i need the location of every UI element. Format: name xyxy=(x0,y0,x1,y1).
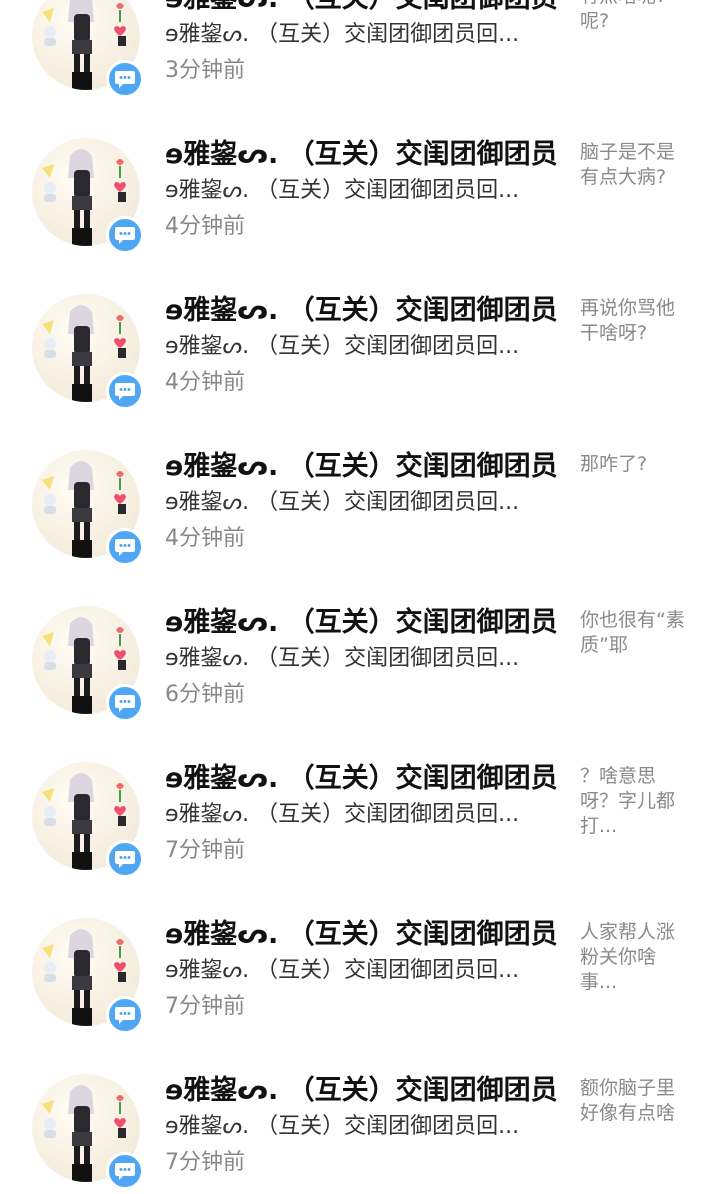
username[interactable]: ɘ雅鋆ᔕ. （互关）交闺团御团员 xyxy=(165,918,565,952)
list-item[interactable]: ɘ雅鋆ᔕ. （互关）交闺团御团员 ɘ雅鋆ᔕ. （互关）交闺团御团员回... 6分… xyxy=(0,546,720,722)
reply-preview: ɘ雅鋆ᔕ. （互关）交闺团御团员回... xyxy=(165,178,520,203)
list-item[interactable]: ɘ雅鋆ᔕ. （互关）交闺团御团员 ɘ雅鋆ᔕ. （互关）交闺团御团员回... 7分… xyxy=(0,702,720,878)
username[interactable]: ɘ雅鋆ᔕ. （互关）交闺团御团员 xyxy=(165,0,565,16)
comment-snippet[interactable]: 脑子是不是有点大病? xyxy=(580,140,692,190)
chat-bubble-icon xyxy=(115,1163,135,1180)
comment-snippet[interactable]: ？啥意思呀？字儿都打... xyxy=(580,764,692,839)
list-item[interactable]: ɘ雅鋆ᔕ. （互关）交闺团御团员 ɘ雅鋆ᔕ. （互关）交闺团御团员回... 7分… xyxy=(0,858,720,1034)
reply-preview: ɘ雅鋆ᔕ. （互关）交闺团御团员回... xyxy=(165,334,520,359)
list-item[interactable]: ɘ雅鋆ᔕ. （互关）交闺团御团员 ɘ雅鋆ᔕ. （互关）交闺团御团员回... 4分… xyxy=(0,390,720,566)
reply-preview: ɘ雅鋆ᔕ. （互关）交闺团御团员回... xyxy=(165,22,520,47)
reply-preview: ɘ雅鋆ᔕ. （互关）交闺团御团员回... xyxy=(165,802,520,827)
notification-list: ɘ雅鋆ᔕ. （互关）交闺团御团员 ɘ雅鋆ᔕ. （互关）交闺团御团员回... 3分… xyxy=(0,0,720,1190)
username[interactable]: ɘ雅鋆ᔕ. （互关）交闺团御团员 xyxy=(165,450,565,484)
comment-snippet[interactable]: 那咋了? xyxy=(580,452,692,477)
comment-snippet[interactable]: 你也很有“素质”耶 xyxy=(580,608,692,658)
list-item[interactable]: ɘ雅鋆ᔕ. （互关）交闺团御团员 ɘ雅鋆ᔕ. （互关）交闺团御团员回... 7分… xyxy=(0,1014,720,1190)
comment-snippet[interactable]: 额你脑子里好像有点啥 xyxy=(580,1076,692,1126)
reply-preview: ɘ雅鋆ᔕ. （互关）交闺团御团员回... xyxy=(165,646,520,671)
list-item[interactable]: ɘ雅鋆ᔕ. （互关）交闺团御团员 ɘ雅鋆ᔕ. （互关）交闺团御团员回... 4分… xyxy=(0,234,720,410)
username[interactable]: ɘ雅鋆ᔕ. （互关）交闺团御团员 xyxy=(165,762,565,796)
chat-badge xyxy=(106,1152,144,1190)
comment-snippet[interactable]: 人家帮人涨粉关你啥事... xyxy=(580,920,692,995)
comment-snippet[interactable]: 有点啥呢? 呢? xyxy=(580,0,692,34)
reply-preview: ɘ雅鋆ᔕ. （互关）交闺团御团员回... xyxy=(165,1114,520,1139)
list-item[interactable]: ɘ雅鋆ᔕ. （互关）交闺团御团员 ɘ雅鋆ᔕ. （互关）交闺团御团员回... 4分… xyxy=(0,78,720,254)
list-item[interactable]: ɘ雅鋆ᔕ. （互关）交闺团御团员 ɘ雅鋆ᔕ. （互关）交闺团御团员回... 3分… xyxy=(0,0,720,98)
username[interactable]: ɘ雅鋆ᔕ. （互关）交闺团御团员 xyxy=(165,138,565,172)
reply-preview: ɘ雅鋆ᔕ. （互关）交闺团御团员回... xyxy=(165,958,520,983)
username[interactable]: ɘ雅鋆ᔕ. （互关）交闺团御团员 xyxy=(165,294,565,328)
username[interactable]: ɘ雅鋆ᔕ. （互关）交闺团御团员 xyxy=(165,1074,565,1108)
timestamp: 7分钟前 xyxy=(165,1150,245,1175)
reply-preview: ɘ雅鋆ᔕ. （互关）交闺团御团员回... xyxy=(165,490,520,515)
comment-snippet[interactable]: 再说你骂他干啥呀? xyxy=(580,296,692,346)
username[interactable]: ɘ雅鋆ᔕ. （互关）交闺团御团员 xyxy=(165,606,565,640)
